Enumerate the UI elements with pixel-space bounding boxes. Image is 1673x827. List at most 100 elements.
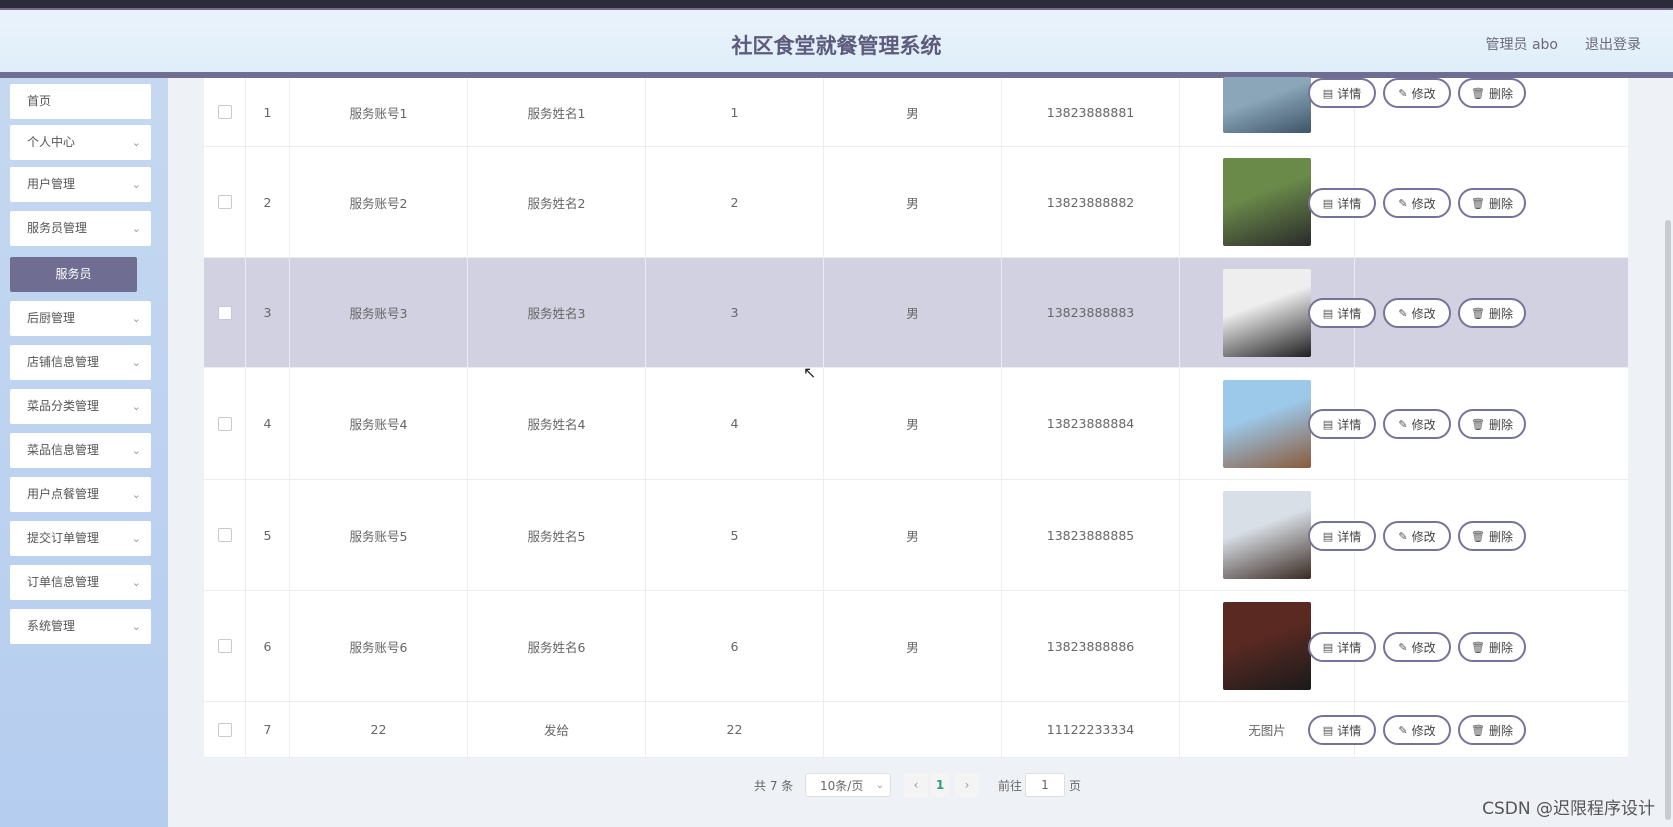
delete-button-label: 删除 <box>1488 86 1513 101</box>
pencil-icon: ✎ <box>1398 86 1408 100</box>
row-checkbox[interactable] <box>217 195 232 209</box>
sidebar-item-waiter-management[interactable]: 服务员管理 ⌄ <box>10 211 151 246</box>
checkbox-cell <box>204 258 246 367</box>
prev-page-button[interactable]: ‹ <box>904 773 928 797</box>
checkbox-cell <box>204 591 246 701</box>
sidebar-item-user-management[interactable]: 用户管理 ⌄ <box>10 167 151 202</box>
detail-button[interactable]: ▤ 详情 <box>1308 409 1376 439</box>
main-content: 1 服务账号1 服务姓名1 1 男 13823888881 ▤ 详情 ✎ 修改 🗑 删除 2 服务账号2 服… <box>168 77 1673 827</box>
scrollbar[interactable] <box>1665 220 1671 820</box>
trash-icon: 🗑 <box>1471 529 1485 543</box>
row-checkbox[interactable] <box>217 305 232 320</box>
detail-button[interactable]: ▤ 详情 <box>1308 298 1376 328</box>
sidebar-item-home[interactable]: 首页 <box>10 84 151 119</box>
row-checkbox[interactable] <box>217 416 232 431</box>
avatar <box>1223 491 1311 579</box>
table-cell-name: 发给 <box>468 702 646 757</box>
delete-button[interactable]: 🗑 删除 <box>1458 715 1526 745</box>
delete-button[interactable]: 🗑 删除 <box>1458 409 1526 439</box>
chevron-down-icon: ⌄ <box>875 780 884 791</box>
trash-icon: 🗑 <box>1471 640 1485 654</box>
sidebar-item-dish-info-management[interactable]: 菜品信息管理 ⌄ <box>10 433 151 468</box>
pencil-icon: ✎ <box>1398 417 1408 431</box>
row-checkbox[interactable] <box>217 639 232 653</box>
edit-button[interactable]: ✎ 修改 <box>1383 409 1451 439</box>
avatar <box>1223 379 1311 468</box>
sidebar-item-label: 菜品分类管理 <box>27 399 100 413</box>
sidebar-item-personal-center[interactable]: 个人中心 ⌄ <box>10 125 151 160</box>
sidebar-item-label: 订单信息管理 <box>27 575 100 589</box>
table-cell-num: 6 <box>646 591 824 701</box>
row-checkbox[interactable] <box>217 105 232 119</box>
avatar <box>1223 602 1311 690</box>
next-page-button[interactable]: › <box>955 773 979 797</box>
pencil-icon: ✎ <box>1398 306 1408 320</box>
sidebar: 首页 个人中心 ⌄ 用户管理 ⌄ 服务员管理 ⌄ 服务员 后厨管理 ⌄ 店铺信息管理 ⌄ … <box>0 78 168 827</box>
detail-button[interactable]: ▤ 详情 <box>1308 188 1376 218</box>
delete-button[interactable]: 🗑 删除 <box>1458 78 1526 108</box>
table-row[interactable]: 6 服务账号6 服务姓名6 6 男 13823888886 ▤ 详情 ✎ 修改 🗑 删除 <box>204 591 1628 702</box>
sidebar-item-submit-order-management[interactable]: 提交订单管理 ⌄ <box>10 521 151 556</box>
trash-icon: 🗑 <box>1471 417 1485 431</box>
detail-button-label: 详情 <box>1337 723 1362 738</box>
page-size-select[interactable]: 10条/页 ⌄ <box>805 773 891 797</box>
avatar <box>1223 77 1311 133</box>
page-size-value: 10条/页 <box>820 779 864 793</box>
table-cell-idx: 5 <box>246 480 290 590</box>
table-row[interactable]: 5 服务账号5 服务姓名5 5 男 13823888885 ▤ 详情 ✎ 修改 🗑 删除 <box>204 480 1628 591</box>
current-page[interactable]: 1 <box>930 773 950 797</box>
table-row[interactable]: 7 22 发给 22 11122233334 无图片 ▤ 详情 ✎ 修改 🗑 删除 <box>204 702 1628 758</box>
chevron-down-icon: ⌄ <box>131 356 141 369</box>
sidebar-item-label: 后厨管理 <box>27 311 76 325</box>
edit-button[interactable]: ✎ 修改 <box>1383 521 1451 551</box>
edit-button[interactable]: ✎ 修改 <box>1383 78 1451 108</box>
trash-icon: 🗑 <box>1471 86 1485 100</box>
delete-button[interactable]: 🗑 删除 <box>1458 632 1526 662</box>
sidebar-item-label: 用户点餐管理 <box>27 487 100 501</box>
table-cell-account: 服务账号4 <box>290 368 468 479</box>
sidebar-item-dish-category-management[interactable]: 菜品分类管理 ⌄ <box>10 389 151 424</box>
detail-button[interactable]: ▤ 详情 <box>1308 632 1376 662</box>
table-cell-account: 服务账号5 <box>290 480 468 590</box>
goto-page-input[interactable]: 1 <box>1025 773 1065 797</box>
sidebar-item-label: 个人中心 <box>27 135 76 149</box>
detail-button-label: 详情 <box>1337 417 1362 432</box>
row-checkbox[interactable] <box>217 722 232 737</box>
checkbox-cell <box>204 702 246 757</box>
edit-button[interactable]: ✎ 修改 <box>1383 632 1451 662</box>
pagination-total: 共 7 条 <box>754 779 794 793</box>
edit-button-label: 修改 <box>1411 86 1436 101</box>
sidebar-subitem-waiter[interactable]: 服务员 <box>10 257 137 292</box>
delete-button-label: 删除 <box>1488 640 1513 655</box>
detail-button[interactable]: ▤ 详情 <box>1308 78 1376 108</box>
table-row[interactable]: 1 服务账号1 服务姓名1 1 男 13823888881 ▤ 详情 ✎ 修改 🗑 删除 <box>204 77 1628 147</box>
data-table: 1 服务账号1 服务姓名1 1 男 13823888881 ▤ 详情 ✎ 修改 🗑 删除 2 服务账号2 服… <box>204 77 1628 758</box>
sidebar-item-order-info-management[interactable]: 订单信息管理 ⌄ <box>10 565 151 600</box>
detail-button[interactable]: ▤ 详情 <box>1308 715 1376 745</box>
sidebar-item-store-info-management[interactable]: 店铺信息管理 ⌄ <box>10 345 151 380</box>
document-icon: ▤ <box>1322 196 1334 210</box>
document-icon: ▤ <box>1322 417 1334 431</box>
table-row[interactable]: 4 服务账号4 服务姓名4 4 男 13823888884 ▤ 详情 ✎ 修改 🗑 删除 <box>204 368 1628 480</box>
edit-button-label: 修改 <box>1411 723 1436 738</box>
edit-button[interactable]: ✎ 修改 <box>1383 298 1451 328</box>
sidebar-item-user-order-management[interactable]: 用户点餐管理 ⌄ <box>10 477 151 512</box>
table-cell-name: 服务姓名4 <box>468 368 646 479</box>
goto-unit: 页 <box>1069 779 1082 793</box>
table-cell-gender: 男 <box>824 78 1002 146</box>
edit-button[interactable]: ✎ 修改 <box>1383 715 1451 745</box>
sidebar-item-label: 用户管理 <box>27 177 76 191</box>
sidebar-item-system-management[interactable]: 系统管理 ⌄ <box>10 609 151 644</box>
detail-button[interactable]: ▤ 详情 <box>1308 521 1376 551</box>
delete-button[interactable]: 🗑 删除 <box>1458 298 1526 328</box>
row-checkbox[interactable] <box>217 528 232 542</box>
table-row[interactable]: 3 服务账号3 服务姓名3 3 男 13823888883 ▤ 详情 ✎ 修改 🗑 删除 <box>204 258 1628 368</box>
logout-link[interactable]: 退出登录 <box>1585 34 1641 54</box>
edit-button[interactable]: ✎ 修改 <box>1383 188 1451 218</box>
table-row[interactable]: 2 服务账号2 服务姓名2 2 男 13823888882 ▤ 详情 ✎ 修改 🗑 删除 <box>204 147 1628 258</box>
sidebar-item-kitchen-management[interactable]: 后厨管理 ⌄ <box>10 301 151 336</box>
table-cell-idx: 6 <box>246 591 290 701</box>
table-cell-name: 服务姓名3 <box>468 258 646 367</box>
delete-button[interactable]: 🗑 删除 <box>1458 188 1526 218</box>
delete-button[interactable]: 🗑 删除 <box>1458 521 1526 551</box>
